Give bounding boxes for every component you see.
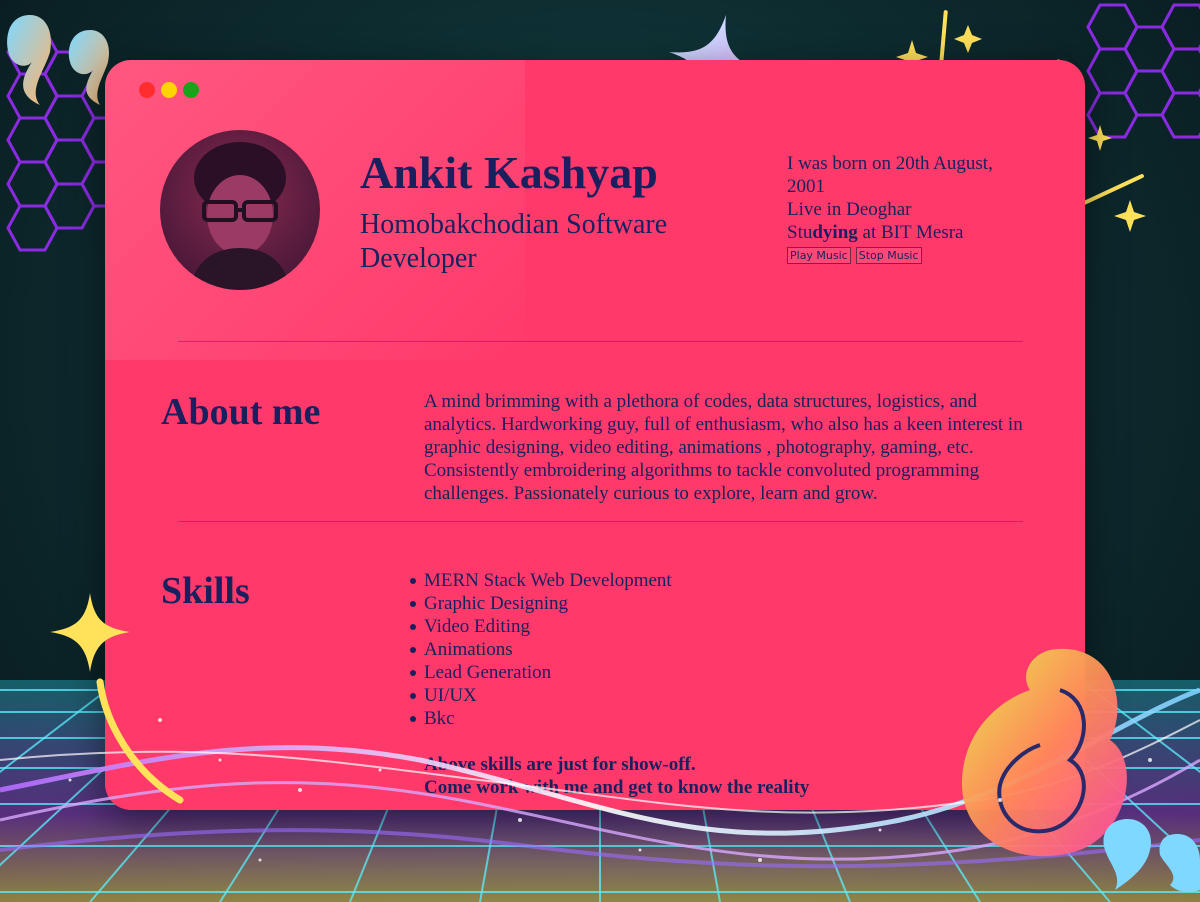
profile-info: I was born on 20th August, 2001 Live in … [787, 152, 1027, 264]
skills-title: Skills [161, 570, 250, 612]
list-item: Video Editing [410, 615, 672, 638]
location-text: Live in Deoghar [787, 199, 912, 220]
education-text: Studying at BIT Mesra [787, 221, 1027, 244]
music-controls: Play Music Stop Music [787, 247, 1027, 264]
minimize-dot-icon[interactable] [161, 82, 177, 98]
education-prefix: Stu [787, 222, 813, 243]
list-item: Graphic Designing [410, 592, 672, 615]
maximize-dot-icon[interactable] [183, 82, 199, 98]
birth-date-text: I was born on 20th August, 2001 [787, 153, 993, 197]
list-item: Lead Generation [410, 661, 672, 684]
avatar [160, 130, 320, 290]
stop-music-button[interactable]: Stop Music [855, 247, 922, 264]
section-divider [178, 341, 1023, 342]
skills-note: Above skills are just for show-off. Come… [424, 753, 809, 799]
profile-card: Ankit Kashyap Homobakchodian Software De… [105, 60, 1085, 810]
list-item: Animations [410, 638, 672, 661]
about-text: A mind brimming with a plethora of codes… [424, 391, 1023, 504]
skills-note-line-2: Come work with me and get to know the re… [424, 777, 810, 798]
profile-name: Ankit Kashyap [360, 147, 658, 198]
profile-role: Homobakchodian Software Developer [360, 209, 668, 274]
list-item: UI/UX [410, 684, 672, 707]
list-item: MERN Stack Web Development [410, 570, 672, 591]
skills-note-line-1: Above skills are just for show-off. [424, 754, 696, 775]
profile-photo-icon [190, 142, 290, 290]
about-title: About me [161, 391, 321, 433]
window-controls [139, 82, 199, 98]
play-music-button[interactable]: Play Music [787, 247, 851, 264]
close-dot-icon[interactable] [139, 82, 155, 98]
section-divider [178, 521, 1023, 522]
education-emphasis: dying [812, 222, 858, 243]
skills-list: MERN Stack Web Development Graphic Desig… [410, 569, 672, 730]
list-item: Bkc [410, 707, 672, 730]
education-suffix: at BIT Mesra [857, 222, 964, 243]
